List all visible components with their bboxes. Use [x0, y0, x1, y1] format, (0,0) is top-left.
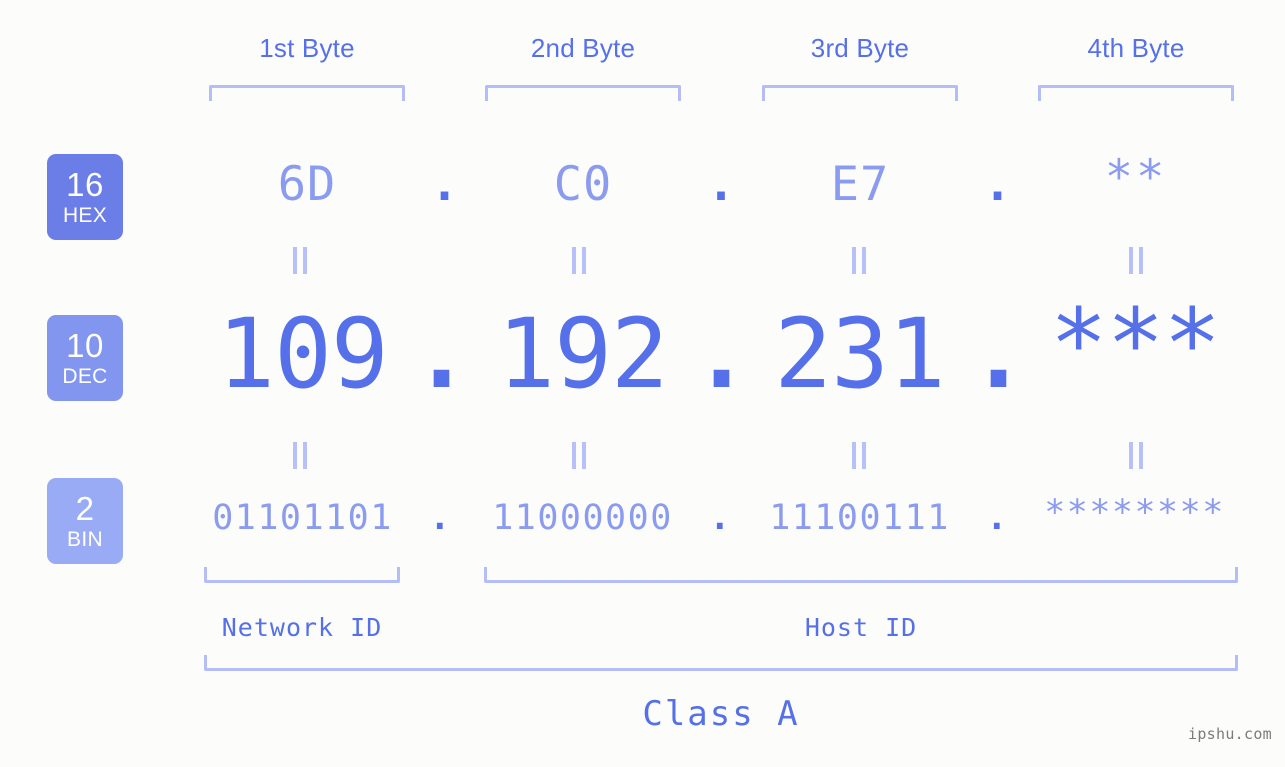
ip-breakdown-diagram: 1st Byte 2nd Byte 3rd Byte 4th Byte 16 H… — [0, 0, 1285, 767]
bin-octet-2: 11000000 — [492, 498, 673, 538]
byte-bracket-1 — [209, 85, 405, 101]
equals-mark-dec-bin-1 — [293, 442, 307, 469]
class-label: Class A — [642, 694, 800, 734]
equals-mark-hex-dec-2 — [572, 247, 586, 274]
byte-header-label-2: 2nd Byte — [530, 33, 636, 63]
equals-mark-dec-bin-2 — [572, 442, 586, 469]
bin-separator-3: . — [986, 498, 1009, 538]
hex-separator-1: . — [430, 157, 460, 212]
radix-badge-hex-number: 16 — [66, 166, 104, 203]
byte-bracket-4 — [1038, 85, 1234, 101]
dec-octet-3: 231 — [774, 298, 945, 410]
byte-bracket-3 — [762, 85, 958, 101]
byte-bracket-2 — [485, 85, 681, 101]
site-watermark: ipshu.com — [1188, 725, 1272, 743]
byte-header-label-3: 3rd Byte — [810, 33, 910, 63]
host-id-bracket — [484, 567, 1238, 583]
hex-octet-1: 6D — [277, 157, 337, 212]
dec-separator-2: . — [692, 298, 751, 410]
dec-octet-1: 109 — [217, 298, 388, 410]
radix-badge-dec-abbr: DEC — [62, 365, 108, 388]
radix-badge-bin-number: 2 — [75, 490, 95, 527]
bin-octet-4: ******** — [1044, 493, 1225, 533]
equals-mark-hex-dec-1 — [293, 247, 307, 274]
network-id-label: Network ID — [221, 613, 383, 642]
hex-octet-3: E7 — [830, 157, 890, 212]
hex-separator-2: . — [706, 157, 737, 212]
bin-separator-2: . — [709, 498, 732, 538]
radix-badge-dec-number: 10 — [66, 327, 104, 364]
equals-mark-dec-bin-4 — [1129, 442, 1143, 469]
radix-badge-dec: 10 DEC — [47, 315, 123, 401]
bin-octet-1: 01101101 — [212, 498, 393, 538]
dec-octet-4: *** — [1049, 288, 1221, 400]
class-bracket — [204, 655, 1238, 671]
radix-badge-hex-abbr: HEX — [62, 204, 108, 227]
radix-badge-hex: 16 HEX — [47, 154, 123, 240]
equals-mark-dec-bin-3 — [852, 442, 866, 469]
radix-badge-bin: 2 BIN — [47, 478, 123, 564]
bin-octet-3: 11100111 — [769, 498, 950, 538]
network-id-bracket — [204, 567, 400, 583]
hex-separator-3: . — [983, 157, 1013, 212]
host-id-label: Host ID — [804, 613, 918, 642]
equals-mark-hex-dec-4 — [1129, 247, 1143, 274]
byte-header-label-1: 1st Byte — [259, 33, 355, 63]
hex-octet-4: ** — [1104, 150, 1168, 205]
radix-badge-bin-abbr: BIN — [67, 528, 103, 551]
dec-separator-1: . — [412, 298, 471, 410]
bin-separator-1: . — [429, 498, 452, 538]
dec-octet-2: 192 — [497, 298, 668, 410]
hex-octet-2: C0 — [553, 157, 613, 212]
byte-header-label-4: 4th Byte — [1087, 33, 1185, 63]
equals-mark-hex-dec-3 — [852, 247, 866, 274]
